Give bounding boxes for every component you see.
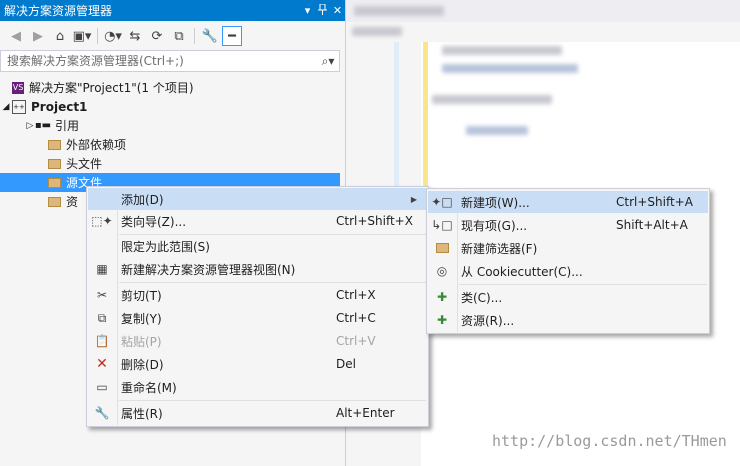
folder-icon [48,196,61,207]
menu-item-class-wizard[interactable]: ⬚✦ 类向导(Z)... Ctrl+Shift+X [88,210,427,232]
rename-icon: ▭ [96,380,108,394]
menu-item-new-explorer-view[interactable]: ▦ 新建解决方案资源管理器视图(N) [88,258,427,280]
back-icon[interactable]: ◀ [6,26,26,46]
forward-icon[interactable]: ▶ [28,26,48,46]
search-box: ⌕▾ [0,50,340,72]
new-item-icon: ✦□ [431,195,453,209]
blurred-nav [352,27,402,36]
editor-navigation-bar [346,22,740,42]
menu-item-paste: 📋 粘贴(P) Ctrl+V [88,330,427,352]
close-icon[interactable]: ✕ [330,4,345,17]
menu-item-delete[interactable]: ✕ 删除(D) Del [88,353,427,375]
tree-item-label: 解决方案"Project1"(1 个项目) [29,81,194,95]
scissors-icon: ✂ [96,288,108,302]
new-filter-folder-icon [428,243,456,253]
cpp-project-icon: ++ [12,99,26,114]
tree-item-project[interactable]: ◢ ++ Project1 [0,97,340,116]
blurred-code-line [442,64,578,73]
menu-item-scope-to-this[interactable]: 限定为此范围(S) [88,235,427,257]
menu-separator [119,282,426,283]
blurred-code-line [466,126,528,135]
tree-item-label: 引用 [55,119,80,133]
blurred-tab [354,6,444,16]
context-menu: 添加(D) ▶ ⬚✦ 类向导(Z)... Ctrl+Shift+X 限定为此范围… [86,186,429,427]
editor-tab-strip [346,0,740,22]
expanded-arrow-icon[interactable]: ◢ [0,102,12,112]
change-indicator [423,42,428,187]
folder-icon [48,139,61,150]
tree-item-external-dependencies[interactable]: 外部依赖项 [0,135,340,154]
blurred-code-line [442,46,562,55]
blurred-code-line [432,95,552,104]
panel-title: 解决方案资源管理器 [4,4,113,18]
folder-icon [48,158,61,169]
menu-separator [459,284,707,285]
solution-explorer-titlebar: 解决方案资源管理器 ▾ ✕ [0,0,345,21]
references-icon: ▪▬ [34,120,52,131]
solution-icon: VS [12,81,24,94]
tree-item-references[interactable]: ▷ ▪▬ 引用 [0,116,340,135]
submenu-item-class[interactable]: ✚ 类(C)... [428,286,708,308]
toolbar-separator [97,28,98,44]
existing-item-icon: ↳□ [431,218,453,232]
submenu-item-from-cookiecutter[interactable]: ◎ 从 Cookiecutter(C)... [428,260,708,282]
refresh-icon[interactable]: ⟳ [147,26,167,46]
pin-icon[interactable] [315,3,330,18]
menu-item-cut[interactable]: ✂ 剪切(T) Ctrl+X [88,284,427,306]
new-view-icon: ▦ [96,262,108,276]
pending-changes-filter-icon[interactable]: ◔▾ [103,26,123,46]
menu-item-copy[interactable]: ⧉ 复制(Y) Ctrl+C [88,307,427,329]
paste-icon: 📋 [94,334,110,348]
submenu-item-new-filter[interactable]: 新建筛选器(F) [428,237,708,259]
submenu-item-resource[interactable]: ✚ 资源(R)... [428,309,708,331]
toolbar-separator [194,28,195,44]
tree-item-label: 资 [66,195,79,209]
menu-item-properties[interactable]: 🔧 属性(R) Alt+Enter [88,402,427,424]
add-submenu: ✦□ 新建项(W)... Ctrl+Shift+A ↳□ 现有项(G)... S… [426,188,710,334]
copy-icon: ⧉ [97,310,107,325]
tree-item-header-files[interactable]: 头文件 [0,154,340,173]
wrench-icon: 🔧 [94,406,110,420]
preview-selected-items-icon[interactable]: ━ [222,26,242,46]
tree-item-label: Project1 [31,99,88,114]
window-position-dropdown-icon[interactable]: ▾ [300,4,315,17]
menu-item-add[interactable]: 添加(D) ▶ [88,188,427,210]
solution-explorer-toolbar: ◀ ▶ ⌂ ▣▾ ◔▾ ⇆ ⟳ ⧉ 🔧 ━ [0,23,345,49]
home-icon[interactable]: ⌂ [50,26,70,46]
switch-views-icon[interactable]: ▣▾ [72,26,92,46]
submenu-item-new-item[interactable]: ✦□ 新建项(W)... Ctrl+Shift+A [428,191,708,213]
search-icon[interactable]: ⌕▾ [317,54,339,69]
add-class-icon: ✚ [436,290,448,304]
submenu-arrow-icon: ▶ [410,194,417,204]
sync-active-document-icon[interactable]: ⇆ [125,26,145,46]
delete-x-icon: ✕ [96,356,108,372]
submenu-item-existing-item[interactable]: ↳□ 现有项(G)... Shift+Alt+A [428,214,708,236]
watermark-text: http://blog.csdn.net/THmen [492,432,727,450]
cookiecutter-icon: ◎ [436,264,448,278]
tree-item-solution[interactable]: VS 解决方案"Project1"(1 个项目) [0,78,340,97]
search-input[interactable] [5,53,317,69]
menu-item-rename[interactable]: ▭ 重命名(M) [88,376,427,398]
menu-separator [119,400,426,401]
tree-item-label: 外部依赖项 [66,138,127,152]
add-resource-icon: ✚ [436,313,448,327]
tree-item-label: 头文件 [66,157,103,171]
properties-wrench-icon[interactable]: 🔧 [200,26,220,46]
class-wizard-icon: ⬚✦ [91,214,113,228]
collapse-all-icon[interactable]: ⧉ [169,26,189,46]
folder-icon [48,177,61,188]
